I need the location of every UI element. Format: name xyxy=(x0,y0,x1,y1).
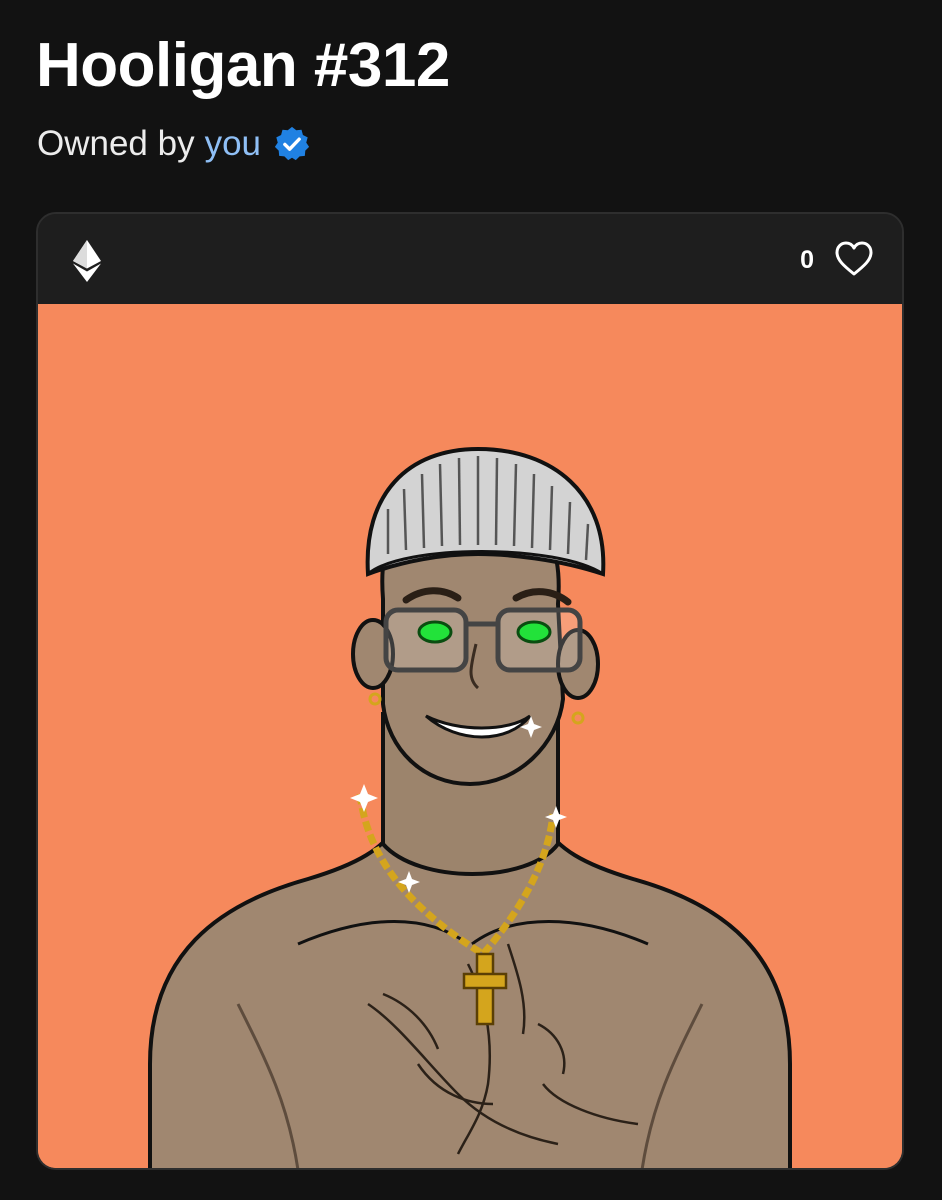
nft-card: 0 xyxy=(36,212,904,1170)
card-header: 0 xyxy=(38,214,902,304)
owned-by-label: Owned by xyxy=(37,124,195,163)
verified-badge-icon xyxy=(273,125,311,163)
nft-item-page: Hooligan #312 Owned by you 0 xyxy=(0,0,942,1200)
favorites-count: 0 xyxy=(800,246,814,274)
owner-line: Owned by you xyxy=(37,120,311,168)
ethereum-icon xyxy=(72,240,102,282)
owner-link[interactable]: you xyxy=(205,124,261,164)
item-title: Hooligan #312 xyxy=(36,31,450,100)
heart-outline-icon[interactable] xyxy=(834,240,874,278)
nft-artwork[interactable] xyxy=(38,304,902,1168)
